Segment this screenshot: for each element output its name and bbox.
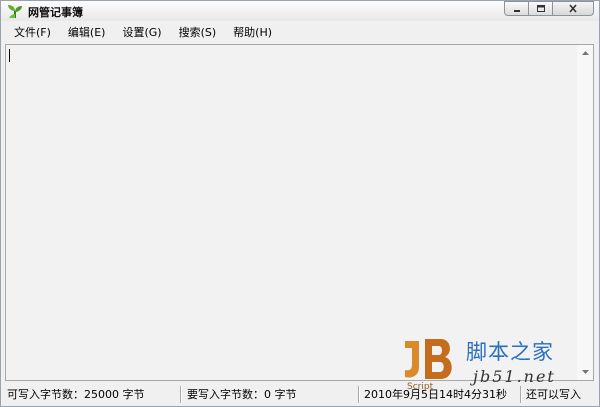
app-leaf-icon [8,5,22,18]
status-datetime: 2010年9月5日14时4分31秒 [364,388,507,401]
maximize-button[interactable] [528,1,553,16]
arrow-down-icon [581,370,589,374]
vertical-scrollbar[interactable] [577,45,593,380]
menu-settings[interactable]: 设置(G) [115,24,168,42]
window-title: 网管记事簿 [28,6,83,19]
window-controls [504,1,594,17]
status-writable-bytes: 可写入字节数：25000 字节 [7,388,145,401]
menu-search[interactable]: 搜索(S) [172,24,224,42]
status-divider [358,386,360,403]
text-editor[interactable] [5,44,594,381]
scroll-up-button[interactable] [577,45,593,61]
text-caret [9,49,10,62]
status-divider [520,386,522,403]
scroll-down-button[interactable] [577,364,593,380]
menu-file[interactable]: 文件(F) [7,24,58,42]
status-remaining: 还可以写入 [526,388,581,401]
title-bar[interactable]: 网管记事簿 [1,1,599,21]
close-button[interactable] [552,1,594,16]
minimize-icon [513,9,520,12]
app-window: 网管记事簿 文件(F) 编辑(E) 设置(G) 搜索(S) 帮助(H) 可写入字… [0,0,600,407]
maximize-icon [536,5,545,12]
status-bar: 可写入字节数：25000 字节 要写入字节数：0 字节 2010年9月5日14时… [2,384,598,406]
status-to-write-bytes: 要写入字节数：0 字节 [187,388,297,401]
menu-help[interactable]: 帮助(H) [226,24,279,42]
menu-edit[interactable]: 编辑(E) [61,24,113,42]
status-divider [180,386,182,403]
close-icon [569,4,577,13]
arrow-up-icon [581,51,589,55]
menu-bar: 文件(F) 编辑(E) 设置(G) 搜索(S) 帮助(H) [2,23,598,43]
minimize-button[interactable] [504,1,529,16]
